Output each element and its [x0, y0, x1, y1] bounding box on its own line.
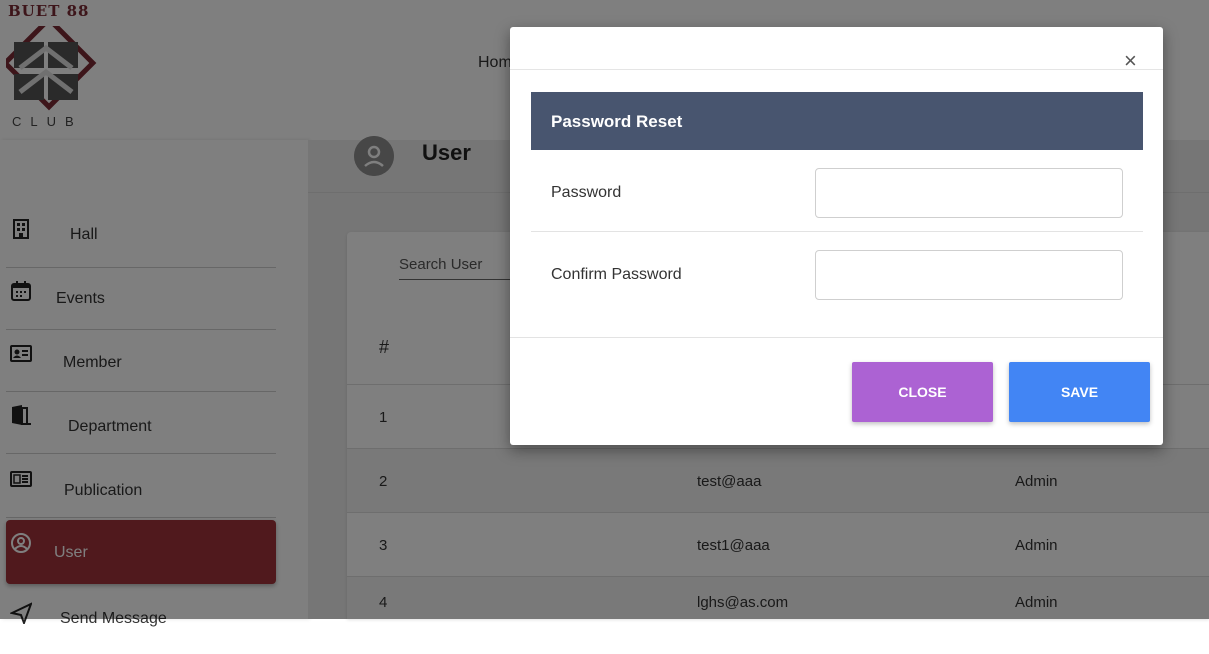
password-input[interactable]: [815, 168, 1123, 218]
close-icon[interactable]: ×: [1124, 50, 1137, 72]
confirm-password-label: Confirm Password: [551, 266, 682, 283]
modal-title: Password Reset: [551, 112, 683, 131]
password-reset-modal: × Password Reset Password Confirm Passwo…: [510, 27, 1163, 445]
save-button[interactable]: SAVE: [1009, 362, 1150, 422]
confirm-password-row: Confirm Password: [531, 232, 1143, 314]
confirm-password-input[interactable]: [815, 250, 1123, 300]
modal-header: Password Reset: [531, 92, 1143, 150]
modal-footer-divider: [510, 337, 1163, 338]
close-button[interactable]: CLOSE: [852, 362, 993, 422]
password-row: Password: [531, 150, 1143, 232]
password-label: Password: [551, 184, 622, 201]
modal-divider: [510, 69, 1163, 70]
